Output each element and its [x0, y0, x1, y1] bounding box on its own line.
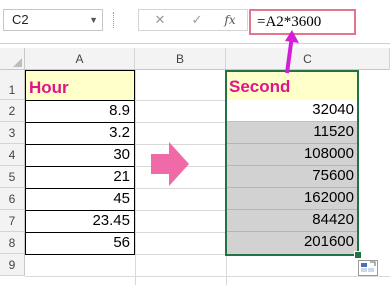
row-header-2[interactable]: 2 — [0, 100, 25, 122]
row-header-3[interactable]: 3 — [0, 122, 25, 144]
gridline — [135, 232, 226, 233]
enter-icon[interactable]: ✓ — [182, 10, 212, 30]
row-header-1[interactable]: 1 — [0, 70, 25, 100]
cell-a3[interactable]: 3.2 — [25, 122, 135, 145]
cell-a1[interactable]: Hour — [25, 70, 135, 101]
row-header-8[interactable]: 8 — [0, 232, 25, 254]
formula-bar-border — [0, 43, 390, 44]
column-header-c[interactable]: C — [226, 48, 390, 70]
row-header-7[interactable]: 7 — [0, 210, 25, 232]
cell-a8[interactable]: 56 — [25, 232, 135, 255]
formula-bar: C2 ▼ ✕ ✓ fx =A2*3600 — [0, 0, 390, 44]
row-header-6[interactable]: 6 — [0, 188, 25, 210]
gridline — [135, 210, 226, 211]
gridline — [25, 276, 390, 277]
row-header-9[interactable]: 9 — [0, 254, 25, 276]
cell-a6[interactable]: 45 — [25, 188, 135, 211]
select-all-corner[interactable] — [0, 48, 25, 70]
gridline — [135, 188, 226, 189]
worksheet-grid[interactable]: A B C 1 2 3 4 5 6 7 8 9 Hour 8.9 3.2 30 … — [0, 48, 390, 285]
cell-a2[interactable]: 8.9 — [25, 100, 135, 123]
formula-input[interactable]: =A2*3600 — [249, 9, 356, 35]
column-header-b[interactable]: B — [135, 48, 226, 70]
cell-a4[interactable]: 30 — [25, 144, 135, 167]
quick-analysis-icon[interactable] — [358, 260, 378, 276]
selection-range — [225, 70, 359, 256]
gridline — [135, 100, 226, 101]
name-box[interactable]: C2 ▼ — [3, 9, 103, 31]
insert-function-icon[interactable]: fx — [215, 10, 245, 30]
right-arrow-icon — [151, 142, 189, 186]
cancel-icon[interactable]: ✕ — [145, 10, 175, 30]
cell-a5[interactable]: 21 — [25, 166, 135, 189]
formula-buttons: ✕ ✓ fx — [138, 9, 248, 31]
dropdown-icon[interactable]: ▼ — [89, 10, 98, 30]
gridline — [135, 70, 136, 285]
formula-bar-divider[interactable] — [113, 12, 118, 28]
name-box-value: C2 — [12, 12, 29, 27]
fill-handle[interactable] — [354, 251, 362, 259]
cell-a7[interactable]: 23.45 — [25, 210, 135, 233]
row-header-5[interactable]: 5 — [0, 166, 25, 188]
row-header-4[interactable]: 4 — [0, 144, 25, 166]
column-header-a[interactable]: A — [25, 48, 135, 70]
pointer-arrow-icon — [285, 30, 299, 74]
gridline — [135, 122, 226, 123]
gridline — [135, 254, 226, 255]
